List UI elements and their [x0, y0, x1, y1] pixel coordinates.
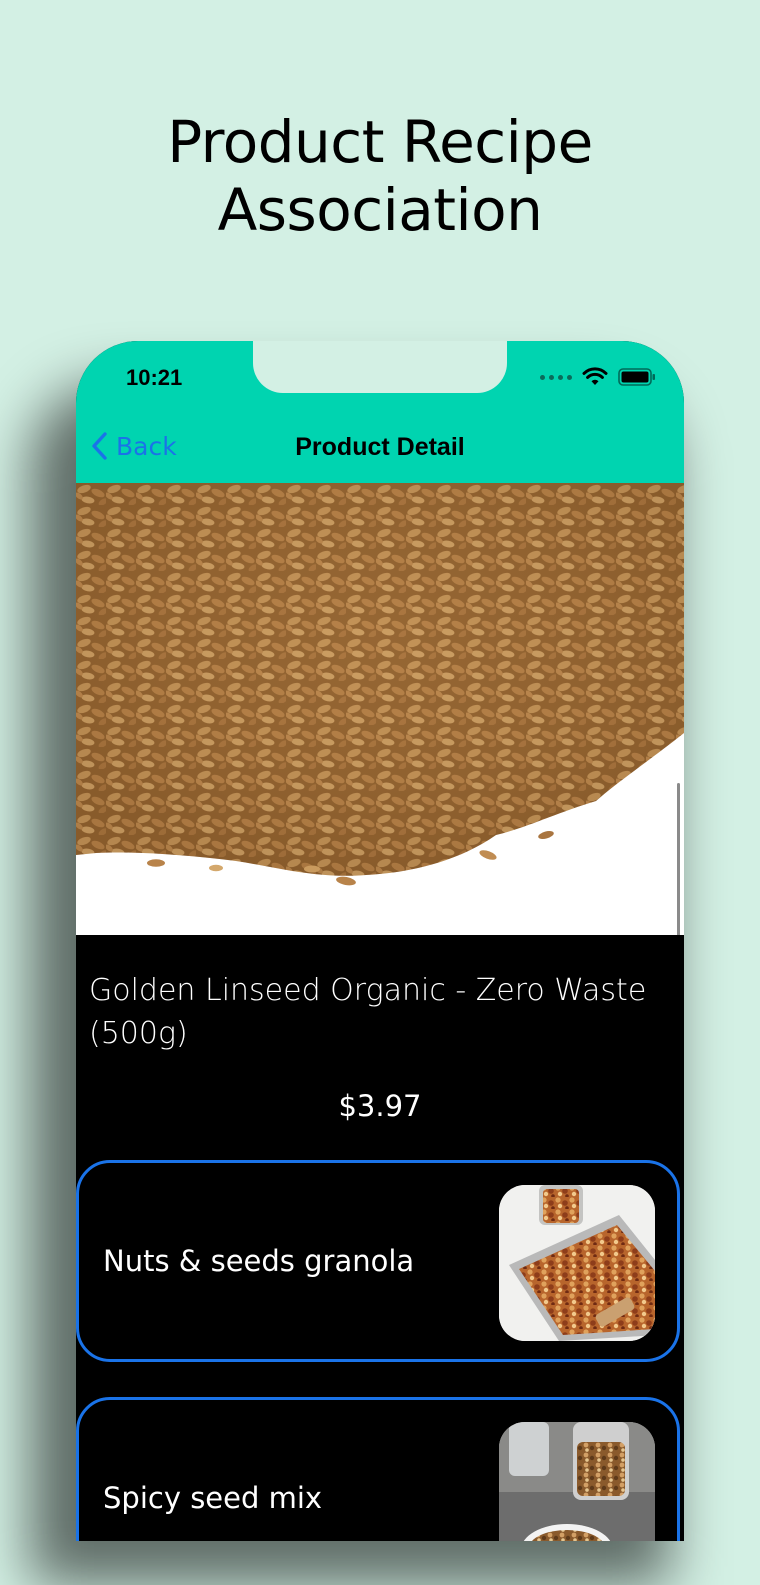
page-title: Product Detail [295, 433, 465, 461]
status-time: 10:21 [126, 365, 183, 390]
headline-line-1: Product Recipe [167, 108, 593, 176]
recipe-thumbnail [499, 1422, 655, 1541]
signal-dots-icon [540, 374, 572, 380]
nav-bar: 10:21 Back Product Detail [76, 341, 684, 483]
seed-mix-photo [499, 1422, 655, 1541]
recipe-card[interactable]: Spicy seed mix [76, 1397, 680, 1541]
recipe-name: Spicy seed mix [103, 1481, 323, 1515]
phone-notch [253, 341, 507, 393]
battery-icon [618, 368, 655, 386]
phone-frame: 10:21 Back Product Detail Golden Linseed… [76, 341, 684, 1541]
product-price: $3.97 [338, 1089, 422, 1123]
granola-photo [499, 1185, 655, 1341]
wifi-icon [582, 367, 608, 385]
headline-line-2: Association [217, 176, 543, 244]
recipe-name: Nuts & seeds granola [103, 1244, 415, 1278]
scroll-indicator[interactable] [677, 783, 680, 935]
status-icons [540, 367, 656, 387]
product-image [76, 483, 684, 935]
product-name: Golden Linseed Organic - Zero Waste (500… [89, 973, 647, 1051]
recipe-thumbnail [499, 1185, 655, 1341]
recipe-card[interactable]: Nuts & seeds granola [76, 1160, 680, 1362]
linseed-photo [76, 483, 684, 935]
marketing-headline: Product Recipe Association [0, 108, 760, 244]
